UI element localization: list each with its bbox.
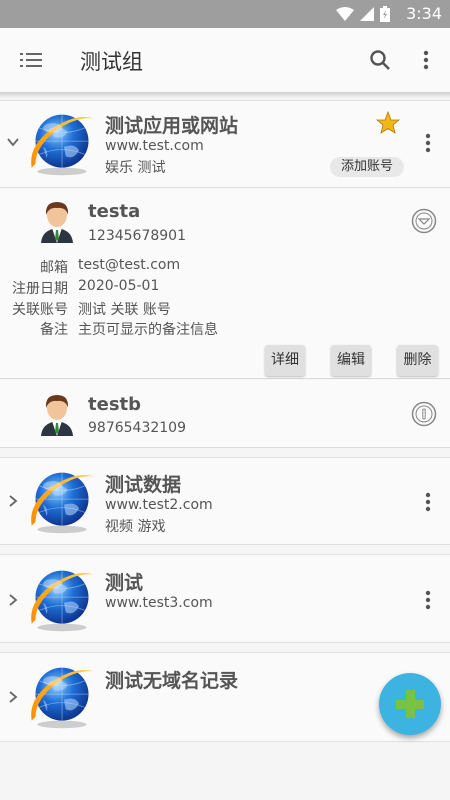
- info-circle-icon[interactable]: [411, 401, 437, 427]
- field-label-linked-account: 关联账号: [12, 302, 68, 318]
- more-vert-icon[interactable]: [420, 131, 436, 155]
- globe-logo-icon: [30, 570, 95, 632]
- chevron-right-icon[interactable]: [6, 494, 20, 508]
- battery-icon: [380, 6, 390, 22]
- account-name: testa: [88, 201, 141, 222]
- search-icon[interactable]: [368, 48, 392, 72]
- group-tags: 视频 游戏: [105, 519, 166, 535]
- status-time: 3:34: [406, 4, 442, 23]
- field-value-email: test@test.com: [78, 257, 181, 273]
- field-value-register-date: 2020-05-01: [78, 278, 160, 294]
- globe-logo-icon: [30, 114, 95, 176]
- field-label-note: 备注: [40, 322, 68, 338]
- user-avatar-icon: [41, 202, 73, 243]
- signal-icon: [360, 7, 374, 21]
- group-url: www.test3.com: [105, 595, 213, 611]
- field-label-email: 邮箱: [40, 260, 68, 276]
- wifi-icon: [336, 7, 354, 21]
- add-plus-icon: [396, 690, 424, 718]
- edit-button[interactable]: 编辑: [331, 345, 371, 376]
- status-bar: 3:34: [0, 0, 450, 28]
- field-value-linked-account: 测试 关联 账号: [78, 302, 171, 318]
- toolbar-shadow: [0, 92, 450, 98]
- add-fab-button[interactable]: [379, 673, 441, 735]
- chevron-right-icon[interactable]: [6, 690, 20, 704]
- user-avatar-icon: [41, 395, 73, 436]
- more-vert-icon[interactable]: [418, 48, 434, 72]
- group-url: www.test.com: [105, 138, 204, 154]
- chevron-right-icon[interactable]: [6, 593, 20, 607]
- detail-button[interactable]: 详细: [265, 345, 305, 376]
- group-name: 测试无域名记录: [105, 670, 239, 692]
- group-tags: 娱乐 测试: [105, 160, 166, 176]
- chevron-down-icon[interactable]: [6, 135, 20, 149]
- delete-button[interactable]: 删除: [397, 345, 438, 376]
- field-label-register-date: 注册日期: [12, 281, 68, 297]
- group-name: 测试数据: [105, 474, 182, 496]
- add-account-button[interactable]: 添加账号: [330, 157, 404, 177]
- account-phone: 12345678901: [88, 228, 186, 244]
- group-name: 测试应用或网站: [105, 115, 239, 137]
- account-phone: 98765432109: [88, 420, 186, 436]
- page-title: 测试组: [80, 50, 143, 74]
- app-toolbar: 测试组: [0, 28, 450, 92]
- group-url: www.test2.com: [105, 497, 213, 513]
- more-vert-icon[interactable]: [420, 588, 436, 612]
- collapse-circle-icon[interactable]: [411, 208, 437, 234]
- list-menu-icon[interactable]: [20, 50, 42, 70]
- field-value-note: 主页可显示的备注信息: [78, 322, 218, 338]
- status-icons: [336, 6, 390, 22]
- globe-logo-icon: [30, 667, 95, 729]
- globe-logo-icon: [30, 472, 95, 534]
- group-name: 测试: [105, 572, 144, 594]
- account-name: testb: [88, 394, 142, 415]
- star-icon[interactable]: [376, 111, 400, 135]
- more-vert-icon[interactable]: [420, 490, 436, 514]
